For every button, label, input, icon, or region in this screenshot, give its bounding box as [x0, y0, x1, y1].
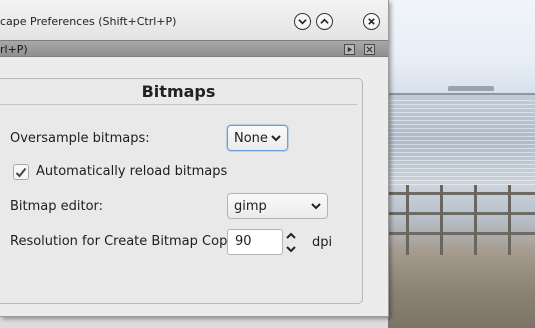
sea-horizon	[388, 93, 535, 95]
resolution-input[interactable]: 90	[227, 229, 283, 255]
panel-close-button[interactable]	[364, 44, 375, 55]
oversample-value: None	[234, 130, 268, 146]
preferences-window: cape Preferences (Shift+Ctrl+P) rl+P) Bi…	[0, 0, 389, 317]
railing-post	[474, 185, 477, 255]
bitmaps-section-frame	[0, 78, 363, 304]
maximize-button[interactable]	[316, 13, 333, 30]
window-titlebar[interactable]: cape Preferences (Shift+Ctrl+P)	[0, 0, 388, 40]
chevron-down-icon	[271, 135, 281, 142]
dock-panel-bar[interactable]: rl+P)	[0, 40, 388, 57]
resolution-increment[interactable]	[285, 230, 297, 241]
railing-post	[440, 185, 443, 255]
autoreload-label[interactable]: Automatically reload bitmaps	[36, 164, 227, 179]
resolution-decrement[interactable]	[285, 243, 297, 254]
close-button[interactable]	[363, 13, 380, 30]
railing-middle	[388, 212, 535, 215]
chevron-up-icon	[320, 18, 329, 24]
chevron-down-icon	[286, 245, 296, 252]
railing-post	[406, 185, 409, 255]
chevron-down-icon	[311, 203, 321, 210]
autoreload-checkbox[interactable]	[13, 164, 29, 180]
bitmap-editor-select[interactable]: gimp	[227, 193, 328, 219]
checkmark-icon	[15, 167, 27, 177]
close-icon	[366, 46, 373, 53]
resolution-label: Resolution for Create Bitmap Copy:	[10, 234, 239, 249]
minimize-button[interactable]	[294, 13, 311, 30]
panel-dock-button[interactable]	[344, 44, 355, 55]
railing-top	[388, 192, 535, 195]
bitmap-editor-label: Bitmap editor:	[10, 199, 104, 214]
close-icon	[368, 18, 375, 25]
bitmap-editor-value: gimp	[234, 198, 267, 214]
oversample-select[interactable]: None	[227, 125, 288, 151]
section-divider	[0, 104, 357, 105]
railing-bottom	[388, 232, 535, 235]
oversample-label: Oversample bitmaps:	[10, 131, 150, 146]
distant-ship	[448, 86, 494, 91]
sea-glint	[388, 100, 535, 185]
chevron-up-icon	[286, 232, 296, 239]
window-title: cape Preferences (Shift+Ctrl+P)	[0, 15, 177, 28]
background-photo	[388, 0, 535, 328]
chevron-down-icon	[298, 19, 307, 25]
resolution-unit: dpi	[312, 235, 333, 250]
railing-post	[508, 185, 511, 255]
panel-title: rl+P)	[0, 43, 28, 56]
section-title: Bitmaps	[141, 82, 216, 101]
dock-arrow-icon	[347, 46, 353, 53]
